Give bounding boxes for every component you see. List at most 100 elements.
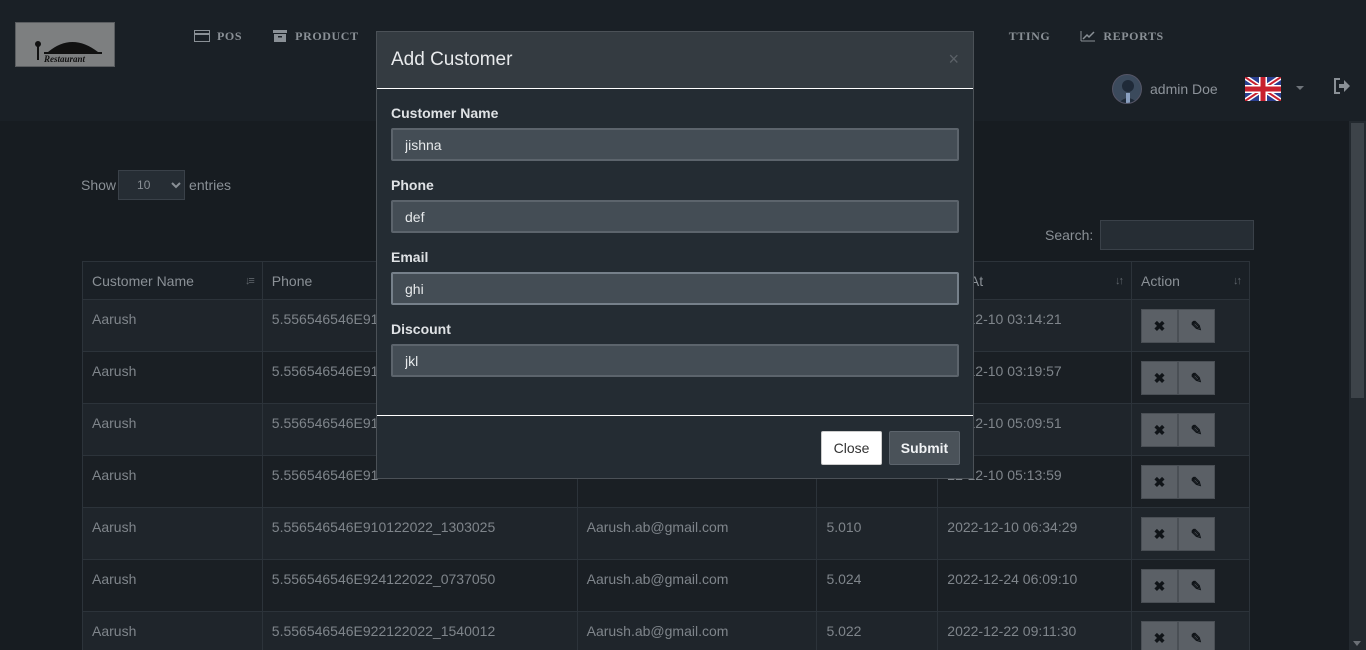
nav-pos[interactable]: POS bbox=[194, 27, 242, 45]
col-action[interactable]: Action ↓↑ bbox=[1131, 261, 1250, 300]
cell-discount: 5.022 bbox=[816, 611, 939, 650]
email-field[interactable] bbox=[391, 272, 959, 305]
cell-customer-name: Aarush bbox=[82, 611, 263, 650]
page-size-control: Show 10 entries bbox=[81, 170, 231, 200]
edit-icon[interactable]: ✎ bbox=[1178, 621, 1216, 650]
table-search: Search: bbox=[1045, 220, 1255, 250]
scroll-down-icon[interactable] bbox=[1353, 641, 1361, 646]
sort-icon: ↓↑ bbox=[1233, 275, 1242, 287]
cell-created-at: 2022-12-24 06:09:10 bbox=[937, 559, 1133, 612]
card-icon bbox=[194, 30, 210, 42]
table-row: Aarush 5.556546546E910122022_1303025 Aarus… bbox=[82, 507, 1250, 560]
modal-header: Add Customer × bbox=[377, 32, 973, 89]
row-actions: ✖ ✎ bbox=[1141, 465, 1249, 499]
cell-action: ✖ ✎ bbox=[1131, 299, 1250, 352]
cell-phone: 5.556546546E922122022_1540012 bbox=[261, 611, 578, 650]
logo-text: Restaurant bbox=[43, 54, 86, 64]
chart-line-icon bbox=[1080, 31, 1096, 42]
email-group: Email bbox=[391, 249, 959, 305]
cell-customer-name: Aarush bbox=[82, 351, 263, 404]
table-row: Aarush 5.556546546E924122022_0737050 Aarus… bbox=[82, 559, 1250, 612]
cell-customer-name: Aarush bbox=[82, 455, 263, 508]
col-customer-name-label: Customer Name bbox=[92, 272, 194, 289]
nav-product[interactable]: PRODUCT bbox=[272, 27, 359, 45]
delete-icon[interactable]: ✖ bbox=[1141, 517, 1179, 551]
cell-phone: 5.556546546E910122022_1303025 bbox=[261, 507, 578, 560]
delete-icon[interactable]: ✖ bbox=[1141, 413, 1179, 447]
sort-asc-icon: ↓≡ bbox=[244, 275, 255, 287]
user-name: admin Doe bbox=[1150, 81, 1218, 97]
col-customer-name[interactable]: Customer Name ↓≡ bbox=[82, 261, 263, 300]
nav-setting[interactable]: TTING bbox=[1009, 27, 1051, 45]
delete-icon[interactable]: ✖ bbox=[1141, 309, 1179, 343]
delete-icon[interactable]: ✖ bbox=[1141, 621, 1179, 650]
search-input[interactable] bbox=[1100, 220, 1255, 250]
show-label: Show bbox=[81, 177, 117, 193]
discount-group: Discount bbox=[391, 321, 959, 377]
row-actions: ✖ ✎ bbox=[1141, 413, 1249, 447]
email-label: Email bbox=[391, 249, 429, 265]
nav-setting-label: TTING bbox=[1008, 28, 1051, 43]
entries-label: entries bbox=[189, 177, 232, 193]
page-scrollbar[interactable] bbox=[1349, 121, 1366, 650]
modal-title: Add Customer bbox=[391, 49, 513, 70]
phone-field[interactable] bbox=[391, 200, 959, 233]
archive-icon bbox=[273, 30, 288, 42]
submit-button[interactable]: Submit bbox=[889, 431, 960, 465]
cell-action: ✖ ✎ bbox=[1131, 351, 1250, 404]
restaurant-logo[interactable]: Restaurant bbox=[15, 22, 115, 67]
edit-icon[interactable]: ✎ bbox=[1178, 517, 1216, 551]
edit-icon[interactable]: ✎ bbox=[1178, 413, 1216, 447]
chevron-down-icon[interactable] bbox=[1296, 86, 1304, 90]
cell-customer-name: Aarush bbox=[82, 299, 263, 352]
cell-action: ✖ ✎ bbox=[1131, 403, 1250, 456]
uk-flag-icon[interactable] bbox=[1245, 77, 1281, 101]
modal-footer: Close Submit bbox=[377, 415, 973, 479]
cell-action: ✖ ✎ bbox=[1131, 611, 1250, 650]
sort-icon: ↓↑ bbox=[1115, 275, 1124, 287]
cell-created-at: 2022-12-22 09:11:30 bbox=[937, 611, 1133, 650]
nav-reports[interactable]: REPORTS bbox=[1080, 27, 1163, 45]
user-menu[interactable]: admin Doe bbox=[1112, 74, 1218, 104]
cell-customer-name: Aarush bbox=[82, 559, 263, 612]
delete-icon[interactable]: ✖ bbox=[1141, 465, 1179, 499]
edit-icon[interactable]: ✎ bbox=[1178, 361, 1216, 395]
row-actions: ✖ ✎ bbox=[1141, 621, 1249, 650]
cell-email: Aarush.ab@gmail.com bbox=[576, 507, 818, 560]
table-row: Aarush 5.556546546E922122022_1540012 Aarus… bbox=[82, 611, 1250, 650]
row-actions: ✖ ✎ bbox=[1141, 517, 1249, 551]
close-button[interactable]: Close bbox=[821, 431, 882, 465]
delete-icon[interactable]: ✖ bbox=[1141, 569, 1179, 603]
row-actions: ✖ ✎ bbox=[1141, 309, 1249, 343]
add-customer-modal: Add Customer × Customer Name Phone Email… bbox=[376, 31, 974, 479]
edit-icon[interactable]: ✎ bbox=[1178, 309, 1216, 343]
cell-discount: 5.024 bbox=[816, 559, 939, 612]
cell-action: ✖ ✎ bbox=[1131, 455, 1250, 508]
close-icon[interactable]: × bbox=[948, 49, 959, 70]
delete-icon[interactable]: ✖ bbox=[1141, 361, 1179, 395]
customer-name-group: Customer Name bbox=[391, 105, 959, 161]
edit-icon[interactable]: ✎ bbox=[1178, 465, 1216, 499]
discount-field[interactable] bbox=[391, 344, 959, 377]
logo-icon: Restaurant bbox=[35, 41, 102, 64]
row-actions: ✖ ✎ bbox=[1141, 361, 1249, 395]
edit-icon[interactable]: ✎ bbox=[1178, 569, 1216, 603]
row-actions: ✖ ✎ bbox=[1141, 569, 1249, 603]
discount-label: Discount bbox=[391, 321, 451, 337]
page-size-select[interactable]: 10 bbox=[118, 170, 186, 200]
customer-name-label: Customer Name bbox=[391, 105, 499, 121]
cell-created-at: 2022-12-10 06:34:29 bbox=[937, 507, 1133, 560]
logout-icon[interactable] bbox=[1333, 78, 1351, 94]
customer-name-field[interactable] bbox=[391, 128, 959, 161]
col-action-label: Action bbox=[1141, 272, 1180, 289]
cell-discount: 5.010 bbox=[816, 507, 939, 560]
cell-action: ✖ ✎ bbox=[1131, 559, 1250, 612]
cell-email: Aarush.ab@gmail.com bbox=[576, 559, 818, 612]
modal-body: Customer Name Phone Email Discount bbox=[377, 89, 973, 415]
cell-customer-name: Aarush bbox=[82, 403, 263, 456]
scroll-thumb[interactable] bbox=[1351, 123, 1364, 398]
col-phone-label: Phone bbox=[271, 272, 313, 289]
cell-action: ✖ ✎ bbox=[1131, 507, 1250, 560]
nav-pos-label: POS bbox=[217, 28, 243, 43]
phone-group: Phone bbox=[391, 177, 959, 233]
